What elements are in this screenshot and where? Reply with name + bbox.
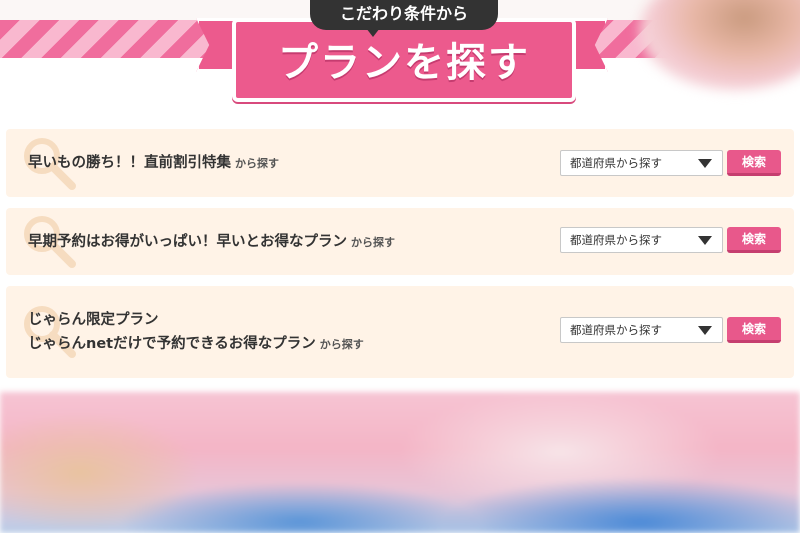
- chevron-down-icon: [698, 236, 712, 245]
- chevron-down-icon: [698, 159, 712, 168]
- search-button[interactable]: 検索: [727, 317, 781, 343]
- plan-row-early-booking: 早期予約はお得がいっぱい！早いとお得なプラン から探す 都道府県から探す 検索: [6, 208, 794, 275]
- plan-row-label: じゃらん限定プラン じゃらんnetだけで予約できるお得なプラン から探す: [28, 308, 554, 357]
- promo-photo: [0, 392, 800, 533]
- speech-bubble-tail: [366, 28, 380, 37]
- prefecture-select[interactable]: 都道府県から探す: [560, 317, 723, 343]
- prefecture-select[interactable]: 都道府県から探す: [560, 227, 723, 253]
- plan-row-label: 早いもの勝ち！！直前割引特集 から探す: [28, 151, 554, 176]
- plan-subtitle: じゃらんnetだけで予約できるお得なプラン: [28, 336, 316, 352]
- plan-suffix: から探す: [319, 338, 364, 351]
- speech-bubble: こだわり条件から: [310, 0, 498, 30]
- plan-suffix: から探す: [351, 236, 395, 249]
- plan-title: じゃらん限定プラン: [28, 312, 159, 328]
- prefecture-select-value: 都道府県から探す: [570, 323, 662, 337]
- prefecture-select-value: 都道府県から探す: [570, 156, 662, 170]
- prefecture-select-value: 都道府県から探す: [570, 233, 662, 247]
- search-button[interactable]: 検索: [727, 227, 781, 253]
- plan-title: 早いもの勝ち！！直前割引特集: [28, 155, 231, 171]
- plan-row-label: 早期予約はお得がいっぱい！早いとお得なプラン から探す: [28, 230, 554, 255]
- search-button[interactable]: 検索: [727, 150, 781, 176]
- plan-suffix: から探す: [235, 157, 279, 170]
- page-title: プランを探す: [278, 40, 530, 86]
- plan-row-last-minute: 早いもの勝ち！！直前割引特集 から探す 都道府県から探す 検索: [6, 129, 794, 197]
- header-photo: [640, 0, 800, 90]
- chevron-down-icon: [698, 326, 712, 335]
- plan-title: 早期予約はお得がいっぱい！早いとお得なプラン: [28, 234, 347, 250]
- prefecture-select[interactable]: 都道府県から探す: [560, 150, 723, 176]
- plan-row-jalan-exclusive: じゃらん限定プラン じゃらんnetだけで予約できるお得なプラン から探す 都道府県…: [6, 286, 794, 378]
